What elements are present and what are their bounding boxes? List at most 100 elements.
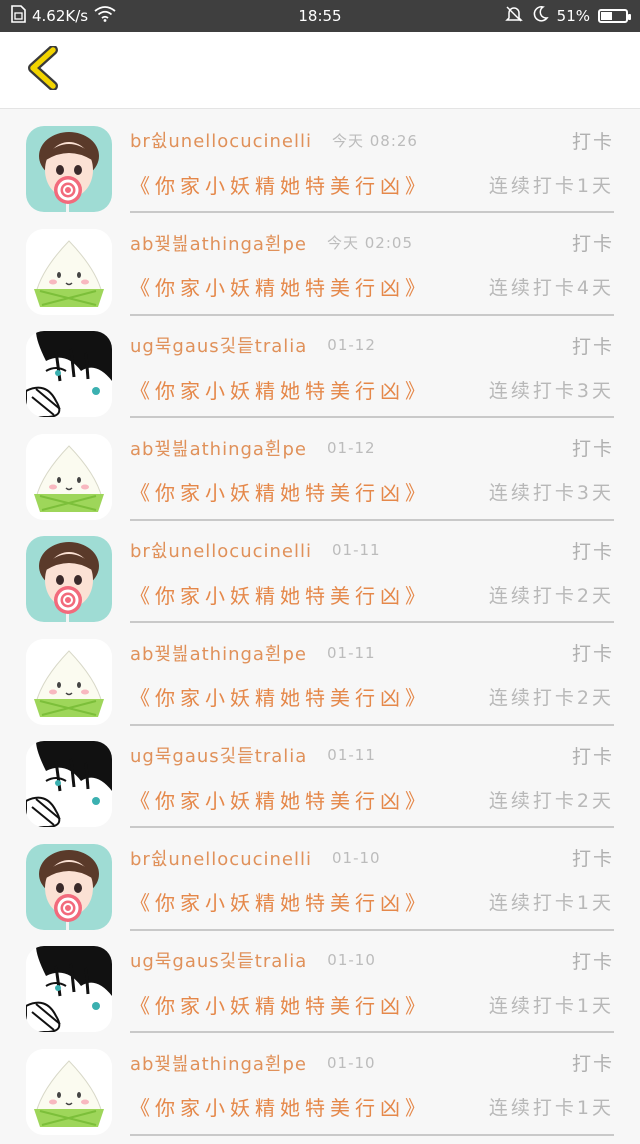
streak-count: 连续打卡3天 xyxy=(489,478,614,505)
timestamp: 01-12 xyxy=(327,336,376,354)
item-detail-row: 《你家小妖精她特美行凶》 连续打卡3天 xyxy=(130,477,614,507)
timestamp: 01-10 xyxy=(327,951,376,969)
list-item[interactable]: br쉾unellocucinelli 今天 08:26 打卡《你家小妖精她特美行凶》… xyxy=(0,119,640,222)
checkin-label: 打卡 xyxy=(572,742,614,769)
bell-muted-icon xyxy=(505,5,523,27)
item-content: br쉾unellocucinelli 今天 08:26 打卡《你家小妖精她特美行凶》… xyxy=(130,119,614,213)
item-content: ug묵gaus깇듵tralia01-11打卡《你家小妖精她特美行凶》连续打卡2天 xyxy=(130,734,614,828)
streak-count: 连续打卡1天 xyxy=(489,888,614,915)
item-detail-row: 《你家小妖精她特美行凶》 连续打卡4天 xyxy=(130,272,614,302)
checkin-label: 打卡 xyxy=(572,127,614,154)
checkin-label: 打卡 xyxy=(572,537,614,564)
list-item[interactable]: ab꿪븶athinga휜pe 今天 02:05 打卡《你家小妖精她特美行凶》 连续打卡… xyxy=(0,222,640,325)
avatar[interactable] xyxy=(26,1049,112,1135)
item-content: ab꿪븶athinga휜pe 01-11 打卡《你家小妖精她特美行凶》连续打卡2天 xyxy=(130,632,614,726)
book-title[interactable]: 《你家小妖精她特美行凶》 xyxy=(130,375,430,404)
streak-count: 连续打卡3天 xyxy=(489,376,614,403)
book-title[interactable]: 《你家小妖精她特美行凶》 xyxy=(130,887,430,916)
item-detail-row: 《你家小妖精她特美行凶》 连续打卡1天 xyxy=(130,887,614,917)
avatar[interactable] xyxy=(26,844,112,930)
user-name[interactable]: ug묵gaus깇듵tralia xyxy=(130,742,307,768)
battery-icon xyxy=(598,9,628,23)
user-name[interactable]: ab꿪븶athinga휜pe xyxy=(130,1050,307,1076)
list-item[interactable]: ab꿪븶athinga휜pe01-12打卡《你家小妖精她特美行凶》连续打卡3天 xyxy=(0,427,640,530)
back-button[interactable] xyxy=(12,40,72,100)
avatar[interactable] xyxy=(26,434,112,520)
list-item[interactable]: br쉾unellocucinelli01-10打卡《你家小妖精她特美行凶》 连续打… xyxy=(0,837,640,940)
book-title[interactable]: 《你家小妖精她特美行凶》 xyxy=(130,1092,430,1121)
timestamp: 今天 02:05 xyxy=(327,232,413,253)
book-title[interactable]: 《你家小妖精她特美行凶》 xyxy=(130,272,430,301)
item-content: ab꿪븶athinga휜pe 今天 02:05 打卡《你家小妖精她特美行凶》 连续打卡… xyxy=(130,222,614,316)
checkin-list: br쉾unellocucinelli今天 08:26打卡《你家小妖精她特美行凶》… xyxy=(0,109,640,1144)
list-item[interactable]: br쉾unellocucinelli 01-11 打卡《你家小妖精她特美行凶》 连续打… xyxy=(0,529,640,632)
timestamp: 01-11 xyxy=(327,644,376,662)
user-name[interactable]: ug묵gaus깇듵tralia xyxy=(130,947,307,973)
list-item[interactable]: ab꿪븶athinga휜pe 01-10 打卡《你家小妖精她特美行凶》 连续打卡1天 xyxy=(0,1042,640,1144)
user-name[interactable]: br쉾unellocucinelli xyxy=(130,127,312,153)
streak-count: 连续打卡1天 xyxy=(489,171,614,198)
user-name[interactable]: ug묵gaus깇듵tralia xyxy=(130,332,307,358)
item-header-row: br쉾unellocucinelli 01-11 打卡 xyxy=(130,537,614,563)
book-title[interactable]: 《你家小妖精她特美行凶》 xyxy=(130,990,430,1019)
avatar[interactable] xyxy=(26,229,112,315)
avatar[interactable] xyxy=(26,331,112,417)
item-header-row: br쉾unellocucinelli01-10打卡 xyxy=(130,845,614,871)
item-content: ab꿪븶athinga휜pe 01-10 打卡《你家小妖精她特美行凶》 连续打卡1天 xyxy=(130,1042,614,1136)
book-title[interactable]: 《你家小妖精她特美行凶》 xyxy=(130,580,430,609)
checkin-label: 打卡 xyxy=(572,947,614,974)
user-name[interactable]: br쉾unellocucinelli xyxy=(130,845,312,871)
checkin-label: 打卡 xyxy=(572,639,614,666)
checkin-label: 打卡 xyxy=(572,332,614,359)
book-title[interactable]: 《你家小妖精她特美行凶》 xyxy=(130,785,430,814)
user-name[interactable]: ab꿪븶athinga휜pe xyxy=(130,640,307,666)
item-content: ab꿪븶athinga휜pe01-12打卡《你家小妖精她特美行凶》连续打卡3天 xyxy=(130,427,614,521)
item-header-row: ug묵gaus깇듵tralia 01-12 打卡 xyxy=(130,332,614,358)
battery-percent: 51% xyxy=(557,7,590,25)
status-right: 51% xyxy=(505,5,640,27)
sim-card-icon xyxy=(10,5,26,27)
user-name[interactable]: br쉾unellocucinelli xyxy=(130,537,312,563)
item-header-row: ug묵gaus깇듵tralia 01-10 打卡 xyxy=(130,947,614,973)
streak-count: 连续打卡4天 xyxy=(489,273,614,300)
list-item[interactable]: ug묵gaus깇듵tralia01-11打卡《你家小妖精她特美行凶》连续打卡2天 xyxy=(0,734,640,837)
list-item[interactable]: ug묵gaus깇듵tralia 01-10 打卡《你家小妖精她特美行凶》连续打卡1天 xyxy=(0,939,640,1042)
checkin-label: 打卡 xyxy=(572,1049,614,1076)
avatar[interactable] xyxy=(26,639,112,725)
book-title[interactable]: 《你家小妖精她特美行凶》 xyxy=(130,477,430,506)
item-content: br쉾unellocucinelli01-10打卡《你家小妖精她特美行凶》 连续打… xyxy=(130,837,614,931)
avatar[interactable] xyxy=(26,126,112,212)
item-detail-row: 《你家小妖精她特美行凶》连续打卡2天 xyxy=(130,682,614,712)
book-title[interactable]: 《你家小妖精她特美行凶》 xyxy=(130,170,430,199)
item-header-row: ab꿪븶athinga휜pe 01-11 打卡 xyxy=(130,640,614,666)
status-bar: 4.62K/s 18:55 51% xyxy=(0,0,640,32)
avatar[interactable] xyxy=(26,946,112,1032)
streak-count: 连续打卡1天 xyxy=(489,1093,614,1120)
list-item[interactable]: ug묵gaus깇듵tralia 01-12 打卡《你家小妖精她特美行凶》 连续打卡3天 xyxy=(0,324,640,427)
item-detail-row: 《你家小妖精她特美行凶》连续打卡1天 xyxy=(130,989,614,1019)
header xyxy=(0,32,640,109)
item-detail-row: 《你家小妖精她特美行凶》 连续打卡2天 xyxy=(130,579,614,609)
moon-icon xyxy=(531,5,549,27)
book-title[interactable]: 《你家小妖精她特美行凶》 xyxy=(130,682,430,711)
avatar[interactable] xyxy=(26,536,112,622)
network-speed: 4.62K/s xyxy=(32,7,88,25)
battery-level xyxy=(601,12,612,20)
checkin-label: 打卡 xyxy=(572,844,614,871)
avatar[interactable] xyxy=(26,741,112,827)
streak-count: 连续打卡2天 xyxy=(489,581,614,608)
user-name[interactable]: ab꿪븶athinga휜pe xyxy=(130,435,307,461)
item-detail-row: 《你家小妖精她特美行凶》 连续打卡3天 xyxy=(130,374,614,404)
streak-count: 连续打卡2天 xyxy=(489,786,614,813)
item-header-row: ab꿪븶athinga휜pe 01-10 打卡 xyxy=(130,1050,614,1076)
timestamp: 01-11 xyxy=(332,541,381,559)
list-item[interactable]: ab꿪븶athinga휜pe 01-11 打卡《你家小妖精她特美行凶》连续打卡2天 xyxy=(0,632,640,735)
checkin-label: 打卡 xyxy=(572,434,614,461)
item-detail-row: 《你家小妖精她特美行凶》 连续打卡1天 xyxy=(130,1092,614,1122)
user-name[interactable]: ab꿪븶athinga휜pe xyxy=(130,230,307,256)
item-detail-row: 《你家小妖精她特美行凶》 连续打卡2天 xyxy=(130,784,614,814)
timestamp: 01-10 xyxy=(327,1054,376,1072)
item-content: br쉾unellocucinelli 01-11 打卡《你家小妖精她特美行凶》 连续打… xyxy=(130,529,614,623)
timestamp: 今天 08:26 xyxy=(332,130,418,151)
checkin-label: 打卡 xyxy=(572,229,614,256)
